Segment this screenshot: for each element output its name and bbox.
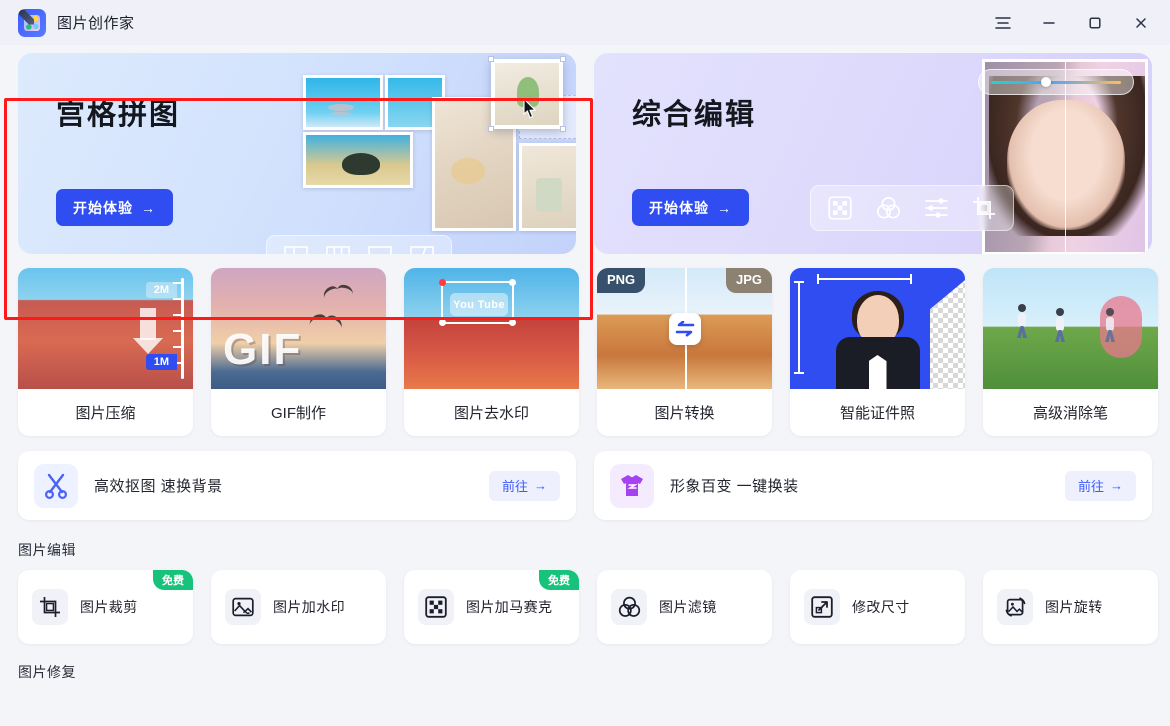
tile-label: 图片滤镜 [659,599,717,615]
feature-label: 图片去水印 [453,405,529,422]
grid-rows-layout-icon[interactable] [367,244,393,254]
window-controls [980,0,1164,45]
app-title: 图片创作家 [57,15,135,32]
feature-card-advanced-eraser[interactable]: 高级消除笔 [983,268,1158,436]
banner-text: 高效抠图 速换背景 [94,478,223,495]
format-tag-png: PNG [597,268,646,293]
banner-outfit-change[interactable]: 形象百变 一键换装 前往 → [594,451,1152,520]
id-photo-thumb [790,268,965,389]
compress-thumb: 2M 1M [18,268,193,389]
hero-card-grid-collage[interactable]: 宫格拼图 开始体验 → [18,53,576,254]
adjust-sliders-icon[interactable] [923,195,949,221]
crop-icon [32,589,68,625]
feature-label: GIF制作 [271,405,326,422]
filter-circles-icon [611,589,647,625]
tile-resize[interactable]: 修改尺寸 [790,570,965,644]
feature-label: 智能证件照 [839,405,915,422]
hero-title: 综合编辑 [632,99,757,131]
eraser-thumb [983,268,1158,389]
youtube-watermark-label: You Tube [450,293,508,316]
section-title-image-repair: 图片修复 [18,664,76,680]
mosaic-icon [418,589,454,625]
format-tag-jpg: JPG [725,268,772,293]
rotate-image-icon [997,589,1033,625]
hero-row: 宫格拼图 开始体验 → 综合编辑 开始体验 → [4,53,1152,320]
hero-start-button[interactable]: 开始体验 → [632,189,749,226]
free-badge: 免费 [539,570,579,590]
feature-card-row: 2M 1M 图片压缩 GIF GIF制作 You Tube 图片去水印 PNG … [18,268,1158,436]
hero-title: 宫格拼图 [56,99,181,131]
gif-word: GIF [223,325,303,374]
feature-card-image-convert[interactable]: PNG JPG 图片转换 [597,268,772,436]
arrow-right-icon: → [717,199,732,216]
tile-label: 修改尺寸 [852,599,910,615]
arrow-right-icon: → [141,199,156,216]
close-icon[interactable] [1118,0,1164,45]
banner-cutout[interactable]: 高效抠图 速换背景 前往 → [18,451,576,520]
adjust-slider[interactable] [978,69,1134,95]
banner-goto-button[interactable]: 前往 → [488,470,560,501]
feature-label: 高级消除笔 [1032,405,1108,422]
minimize-icon[interactable] [1026,0,1072,45]
grid-diagonal-icon[interactable] [409,244,435,254]
tile-image-rotate[interactable]: 图片旋转 [983,570,1158,644]
feature-card-image-compress[interactable]: 2M 1M 图片压缩 [18,268,193,436]
tile-image-filter[interactable]: 图片滤镜 [597,570,772,644]
image-edit-tile-row: 图片裁剪 免费 图片加水印 图片加马赛克 免费 图片滤镜 修改尺寸 图片旋转 [18,570,1158,644]
feature-label: 图片转换 [654,405,715,422]
hero-edit-toolbar[interactable] [810,185,1014,231]
banner-goto-button[interactable]: 前往 → [1064,470,1136,501]
page-content: 宫格拼图 开始体验 → 综合编辑 开始体验 → 2M 1M 图片压缩 GIF G… [0,53,1170,682]
mouse-cursor-icon [523,98,537,119]
tile-add-mosaic[interactable]: 图片加马赛克 免费 [404,570,579,644]
hero-card-comprehensive-edit[interactable]: 综合编辑 开始体验 → [594,53,1152,254]
size-tag-original: 2M [145,282,177,298]
filter-circles-icon[interactable] [875,195,901,221]
section-title-image-edit: 图片编辑 [18,542,76,558]
hamburger-menu-icon[interactable] [980,0,1026,45]
swap-icon [668,312,701,345]
tile-add-watermark[interactable]: 图片加水印 [211,570,386,644]
collage-artwork [291,53,576,254]
grid-3-columns-icon[interactable] [325,244,351,254]
tshirt-icon [610,463,654,508]
convert-thumb: PNG JPG [597,268,772,389]
scissors-icon [34,463,78,508]
slider-knob[interactable] [1040,77,1051,87]
app-logo-icon [18,8,46,37]
watermark-thumb: You Tube [404,268,579,389]
tile-label: 图片旋转 [1045,599,1103,615]
feature-label: 图片压缩 [75,405,136,422]
goto-label: 前往 [1077,479,1104,494]
free-badge: 免费 [153,570,193,590]
banner-text: 形象百变 一键换装 [670,478,799,495]
hero-start-button[interactable]: 开始体验 → [56,189,173,226]
mosaic-icon[interactable] [827,195,853,221]
hero-cta-label: 开始体验 [649,199,709,216]
resize-icon [804,589,840,625]
feature-card-gif-maker[interactable]: GIF GIF制作 [211,268,386,436]
title-bar: 图片创作家 [0,0,1170,45]
arrow-right-icon: → [534,478,547,493]
feature-card-id-photo[interactable]: 智能证件照 [790,268,965,436]
hero-grid-toolbar[interactable] [266,235,452,254]
crop-icon[interactable] [971,195,997,221]
tile-label: 图片裁剪 [80,599,138,615]
arrow-right-icon: → [1110,478,1123,493]
maximize-icon[interactable] [1072,0,1118,45]
feature-card-remove-watermark[interactable]: You Tube 图片去水印 [404,268,579,436]
banner-row: 高效抠图 速换背景 前往 → 形象百变 一键换装 前往 → [18,451,1152,520]
watermark-image-icon [225,589,261,625]
tile-label: 图片加马赛克 [466,599,553,615]
tile-image-crop[interactable]: 图片裁剪 免费 [18,570,193,644]
tile-label: 图片加水印 [273,599,345,615]
hero-cta-label: 开始体验 [73,199,133,216]
gif-thumb: GIF [211,268,386,389]
grid-2-layout-icon[interactable] [283,244,309,254]
size-tag-compressed: 1M [145,354,177,370]
goto-label: 前往 [501,479,528,494]
